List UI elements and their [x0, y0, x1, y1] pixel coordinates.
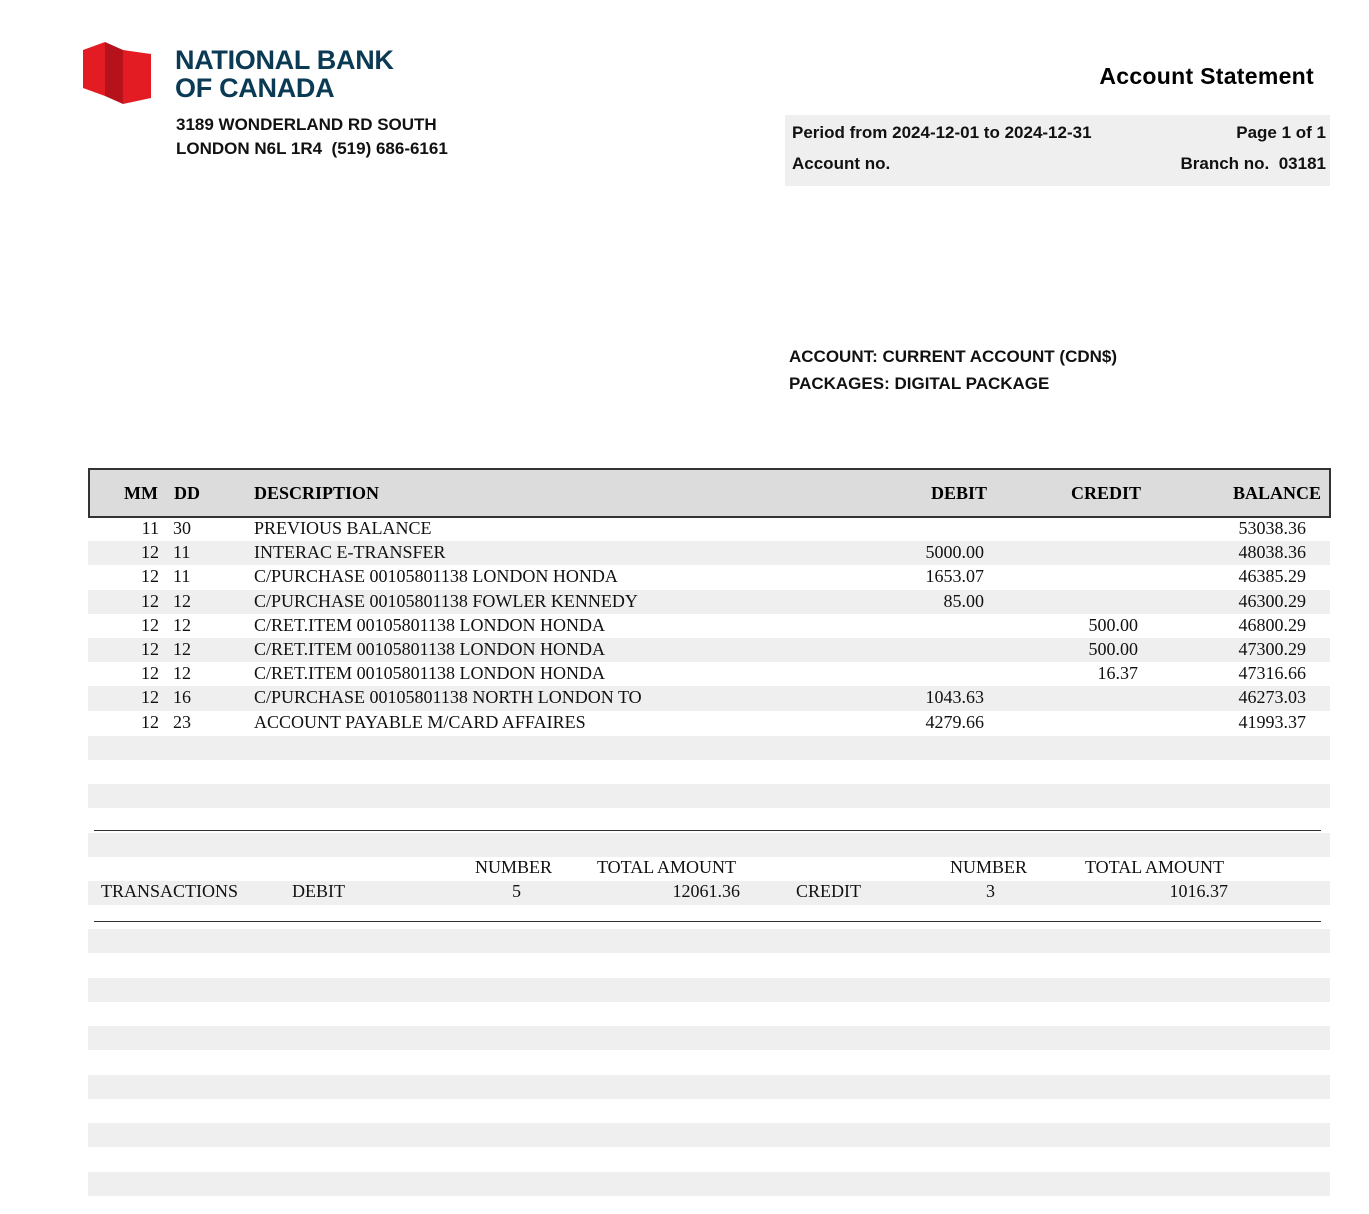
document-title: Account Statement: [1099, 63, 1314, 89]
table-row: 11 30 PREVIOUS BALANCE 53038.36: [88, 517, 1330, 541]
cell-credit: 500.00: [1088, 638, 1139, 659]
address-line1: 3189 WONDERLAND RD SOUTH: [176, 115, 437, 134]
cell-balance: 47300.29: [1238, 638, 1307, 659]
credit-count: 3: [986, 881, 995, 901]
header-mm: MM: [124, 483, 158, 503]
cell-balance: 53038.36: [1238, 518, 1307, 538]
table-row: 12 12 C/RET.ITEM 00105801138 LONDON HOND…: [88, 662, 1330, 686]
cell-debit: 4279.66: [925, 711, 985, 732]
empty-row-band: [88, 978, 1330, 1002]
cell-debit: 1653.07: [925, 566, 985, 587]
cell-description: C/PURCHASE 00105801138 LONDON HONDA: [254, 566, 618, 587]
cell-description: ACCOUNT PAYABLE M/CARD AFFAIRES: [254, 711, 586, 732]
national-bank-flag-logo-icon: [83, 42, 151, 104]
cell-description: C/RET.ITEM 00105801138 LONDON HONDA: [254, 663, 605, 684]
cell-credit: 16.37: [1097, 663, 1139, 684]
table-row: 12 12 C/PURCHASE 00105801138 FOWLER KENN…: [88, 589, 1330, 614]
page-number: Page 1 of 1: [1236, 123, 1326, 142]
address-line2: LONDON N6L 1R4 (519) 686-6161: [176, 139, 448, 158]
summary-top-divider: [94, 830, 1321, 831]
debit-count: 5: [512, 881, 521, 901]
table-row: 12 12 C/RET.ITEM 00105801138 LONDON HOND…: [88, 637, 1330, 663]
empty-row-band: [88, 929, 1330, 953]
cell-description: C/PURCHASE 00105801138 FOWLER KENNEDY: [254, 590, 638, 611]
debit-total-header: TOTAL AMOUNT: [597, 857, 737, 877]
empty-row-band: [88, 1026, 1330, 1050]
header-balance: BALANCE: [1232, 483, 1321, 503]
cell-dd: 12: [173, 590, 191, 611]
empty-row-band: [88, 1172, 1330, 1196]
cell-mm: 12: [141, 711, 159, 732]
empty-row-band: [88, 784, 1330, 808]
cell-dd: 30: [173, 518, 191, 538]
cell-dd: 11: [173, 566, 191, 587]
summary-credit-label: CREDIT: [796, 881, 861, 901]
cell-balance: 48038.36: [1238, 542, 1307, 563]
cell-dd: 12: [173, 638, 191, 659]
table-row: 12 23 ACCOUNT PAYABLE M/CARD AFFAIRES 42…: [88, 711, 1330, 735]
account-type: ACCOUNT: CURRENT ACCOUNT (CDN$): [789, 347, 1118, 366]
cell-balance: 46800.29: [1238, 614, 1307, 635]
empty-row-band: [88, 1075, 1330, 1099]
statement-period: Period from 2024-12-01 to 2024-12-31: [792, 123, 1092, 142]
credit-total-header: TOTAL AMOUNT: [1085, 857, 1225, 877]
table-row: 12 11 C/PURCHASE 00105801138 LONDON HOND…: [88, 565, 1330, 589]
cell-mm: 12: [141, 566, 159, 587]
cell-balance: 46385.29: [1238, 566, 1307, 587]
cell-credit: 500.00: [1088, 614, 1139, 635]
cell-mm: 12: [141, 638, 159, 659]
table-row: 12 12 C/RET.ITEM 00105801138 LONDON HOND…: [88, 614, 1330, 638]
transactions-label: TRANSACTIONS: [101, 881, 239, 901]
bank-name-line2: OF CANADA: [175, 73, 335, 103]
table-row: 12 11 INTERAC E-TRANSFER 5000.00 48038.3…: [88, 541, 1330, 566]
transactions-table-header: MM DD DESCRIPTION DEBIT CREDIT BALANCE: [88, 468, 1331, 518]
cell-dd: 12: [173, 663, 191, 684]
cell-description: PREVIOUS BALANCE: [254, 518, 432, 538]
account-number-label: Account no.: [792, 154, 891, 173]
cell-mm: 12: [141, 542, 159, 563]
table-row: 12 16 C/PURCHASE 00105801138 NORTH LONDO…: [88, 686, 1330, 711]
cell-dd: 16: [173, 687, 191, 708]
cell-balance: 46273.03: [1238, 687, 1307, 708]
cell-mm: 12: [141, 663, 159, 684]
header-debit: DEBIT: [930, 483, 987, 503]
header-description: DESCRIPTION: [254, 483, 380, 503]
cell-mm: 11: [141, 518, 159, 538]
header-credit: CREDIT: [1070, 483, 1141, 503]
bank-name: NATIONAL BANK OF CANADA: [175, 46, 394, 102]
cell-mm: 12: [141, 687, 159, 708]
branch-address: 3189 WONDERLAND RD SOUTH LONDON N6L 1R4 …: [176, 113, 448, 161]
cell-description: C/PURCHASE 00105801138 NORTH LONDON TO: [254, 687, 642, 708]
debit-total: 12061.36: [672, 881, 741, 901]
account-packages: PACKAGES: DIGITAL PACKAGE: [789, 374, 1050, 393]
account-details: ACCOUNT: CURRENT ACCOUNT (CDN$) PACKAGES…: [789, 343, 1117, 397]
credit-total: 1016.37: [1169, 881, 1229, 901]
cell-mm: 12: [141, 590, 159, 611]
cell-debit: 1043.63: [925, 687, 985, 708]
cell-description: C/RET.ITEM 00105801138 LONDON HONDA: [254, 614, 605, 635]
cell-balance: 47316.66: [1238, 663, 1307, 684]
debit-number-header: NUMBER: [475, 857, 553, 877]
cell-debit: 85.00: [943, 590, 985, 611]
summary-bottom-divider: [94, 921, 1321, 922]
cell-balance: 46300.29: [1238, 590, 1307, 611]
empty-row-band: [88, 833, 1330, 857]
cell-mm: 12: [141, 614, 159, 635]
credit-number-header: NUMBER: [950, 857, 1028, 877]
cell-description: INTERAC E-TRANSFER: [254, 542, 446, 563]
cell-balance: 41993.37: [1238, 711, 1307, 732]
cell-dd: 11: [173, 542, 191, 563]
empty-row-band: [88, 1123, 1330, 1147]
cell-dd: 12: [173, 614, 191, 635]
empty-row-band: [88, 736, 1330, 760]
cell-dd: 23: [173, 711, 191, 732]
transactions-table-body: 11 30 PREVIOUS BALANCE 53038.36 12 11 IN…: [88, 517, 1330, 735]
header-dd: DD: [174, 483, 200, 503]
summary-debit-label: DEBIT: [292, 881, 345, 901]
statement-info-box: Period from 2024-12-01 to 2024-12-31 Pag…: [785, 115, 1330, 186]
bank-name-line1: NATIONAL BANK: [175, 45, 394, 75]
branch-number: Branch no. 03181: [1180, 154, 1326, 173]
cell-debit: 5000.00: [925, 542, 985, 563]
cell-description: C/RET.ITEM 00105801138 LONDON HONDA: [254, 638, 605, 659]
